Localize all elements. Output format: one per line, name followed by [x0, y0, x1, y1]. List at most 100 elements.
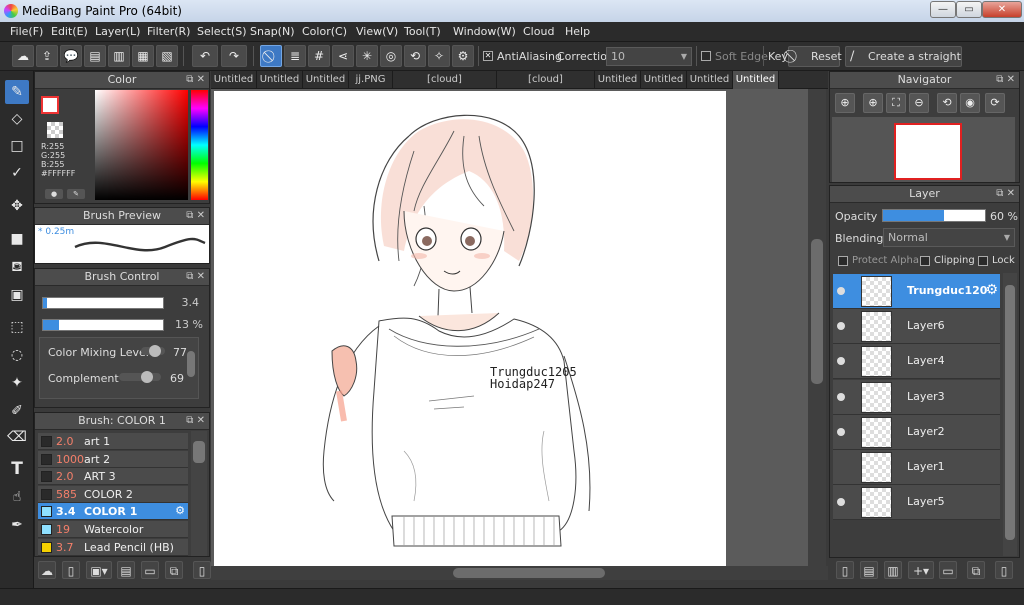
brush-list-item[interactable]: 3.7 Lead Pencil (HB) [38, 538, 188, 556]
blending-select[interactable]: Normal ▼ [883, 228, 1015, 247]
layer-visibility-icon[interactable] [837, 322, 845, 331]
layer-visibility-icon[interactable] [837, 357, 845, 366]
gradient-tool-icon[interactable]: ▣ [5, 283, 29, 307]
layer-row[interactable]: Layer5 [833, 485, 1000, 521]
navigator-view[interactable] [832, 117, 1015, 182]
snap-settings-icon[interactable]: ⚙ [452, 45, 474, 67]
tab-untitled-active[interactable]: Untitled [733, 71, 779, 89]
select-rect-icon[interactable]: ⬚ [5, 315, 29, 339]
background-color-swatch[interactable] [47, 122, 63, 138]
brush-list-scroll-thumb[interactable] [193, 441, 205, 463]
color-mixing-slider[interactable] [141, 345, 165, 357]
select-pen-tool-icon[interactable]: ✐ [5, 399, 29, 423]
brush-list-item[interactable]: 585 COLOR 2 [38, 485, 188, 503]
menu-file[interactable]: File(F) [10, 25, 43, 38]
menu-help[interactable]: Help [565, 25, 590, 38]
panel-float-close-icon[interactable]: ⧉ ✕ [186, 208, 205, 224]
speech-bubble-icon[interactable]: 💬 [60, 45, 82, 67]
soft-edge-checkbox[interactable] [701, 51, 711, 61]
brush-control-scrollbar[interactable] [187, 351, 195, 377]
rotate-left-icon[interactable]: ⟲ [937, 93, 957, 113]
saturation-value-picker[interactable] [95, 90, 188, 200]
menu-edit[interactable]: Edit(E) [51, 25, 88, 38]
rotate-right-icon[interactable]: ⟳ [985, 93, 1005, 113]
tab-untitled-6[interactable]: Untitled [687, 71, 733, 89]
layer-list-scrollbar[interactable] [1003, 273, 1017, 556]
panel-float-close-icon[interactable]: ⧉ ✕ [996, 72, 1015, 88]
panels-icon[interactable]: ▦ [132, 45, 154, 67]
brush-list-item[interactable]: 3.4 COLOR 1 ⚙ [38, 503, 188, 521]
bucket-tool-icon[interactable]: ⛾ [5, 255, 29, 279]
protect-alpha-checkbox[interactable] [838, 256, 848, 266]
antialiasing-checkbox[interactable]: ✕ [483, 51, 493, 61]
brush-list-item[interactable]: 1000 art 2 [38, 450, 188, 468]
page-icon[interactable]: ▥ [108, 45, 130, 67]
horizontal-scroll-thumb[interactable] [453, 568, 605, 578]
complement-slider[interactable] [119, 371, 161, 383]
tab-jj-png[interactable]: jj.PNG [349, 71, 393, 89]
eyedropper-tool-icon[interactable]: ✒ [5, 513, 29, 537]
fit-window-icon[interactable]: ⛶ [886, 93, 906, 113]
layer-visibility-icon[interactable] [837, 427, 845, 436]
zoom-in-icon[interactable]: ⊕ [863, 93, 883, 113]
dot-tool-icon[interactable]: □ [5, 134, 29, 158]
navigator-thumbnail[interactable] [894, 123, 962, 180]
layer-scroll-thumb[interactable] [1005, 285, 1015, 540]
menu-tool[interactable]: Tool(T) [404, 25, 441, 38]
tab-untitled-2[interactable]: Untitled [257, 71, 303, 89]
zoom-fit-icon[interactable]: ⊕ [835, 93, 855, 113]
fill-rect-tool-icon[interactable]: ■ [5, 227, 29, 251]
duplicate-layer-icon[interactable]: ⧉ [967, 561, 985, 579]
layer-row[interactable]: Trungduc120 ⚙ [833, 274, 1000, 309]
tab-cloud-r2[interactable]: [cloud] UNTITLED:r2 [497, 71, 595, 103]
swap-color-button[interactable]: ● [45, 189, 63, 199]
new-halftone-layer-icon[interactable]: ▥ [884, 561, 902, 579]
menu-cloud[interactable]: Cloud [523, 25, 554, 38]
color-mixing-thumb[interactable] [149, 345, 161, 357]
brush-list-item[interactable]: 19 Watercolor [38, 521, 188, 538]
duplicate-brush-icon[interactable]: ⧉ [165, 561, 183, 579]
menu-snap[interactable]: Snap(N) [250, 25, 295, 38]
magic-wand-icon[interactable]: ✦ [5, 371, 29, 395]
curve-snap-icon[interactable]: ⟲ [404, 45, 426, 67]
eraser-tool-icon[interactable]: ◇ [5, 107, 29, 131]
tab-untitled-3[interactable]: Untitled [303, 71, 349, 89]
lock-checkbox[interactable] [978, 256, 988, 266]
menu-layer[interactable]: Layer(L) [95, 25, 140, 38]
menu-select[interactable]: Select(S) [197, 25, 247, 38]
perspective-snap-icon[interactable]: ✧ [428, 45, 450, 67]
new-color-layer-icon[interactable]: ▤ [860, 561, 878, 579]
brush-list-scrollbar[interactable] [191, 431, 207, 556]
canvas-vertical-scrollbar[interactable] [808, 89, 826, 566]
panel-float-close-icon[interactable]: ⧉ ✕ [186, 413, 205, 429]
menu-color[interactable]: Color(C) [302, 25, 347, 38]
close-button[interactable]: ✕ [982, 1, 1022, 18]
layer-visibility-icon[interactable] [837, 287, 845, 295]
panel-float-close-icon[interactable]: ⧉ ✕ [186, 269, 205, 285]
text-tool-icon[interactable]: T [5, 457, 29, 481]
create-straight-line-button[interactable]: ∕ Create a straight line [845, 46, 962, 82]
minimize-button[interactable]: — [930, 1, 956, 18]
delete-layer-icon[interactable]: ▯ [995, 561, 1013, 579]
tab-untitled-1[interactable]: Untitled [211, 71, 257, 89]
cloud-brush-icon[interactable]: ☁ [38, 561, 56, 579]
brush-opacity-slider[interactable] [42, 319, 164, 331]
canvas-area[interactable]: Trungduc1205 Hoidap247 [211, 89, 816, 566]
layer-visibility-icon[interactable] [837, 498, 845, 507]
layer-row[interactable]: Layer1 [833, 450, 1000, 485]
layer-settings-gear-icon[interactable]: ⚙ [985, 282, 998, 298]
redo-icon[interactable]: ↷ [221, 45, 247, 67]
clipping-checkbox[interactable] [920, 256, 930, 266]
eyedrop-color-button[interactable]: ✎ [67, 189, 85, 199]
lasso-tool-icon[interactable]: ◌ [5, 343, 29, 367]
comment-icon[interactable]: ▤ [84, 45, 106, 67]
reset-button[interactable]: ⃠ Reset [788, 46, 842, 67]
layer-row[interactable]: Layer3 [833, 379, 1000, 415]
reset-rotation-icon[interactable]: ◉ [960, 93, 980, 113]
concentric-snap-icon[interactable]: ◎ [380, 45, 402, 67]
correction-select[interactable]: 10 ▼ [606, 47, 692, 66]
new-brush-icon[interactable]: ▯ [62, 561, 80, 579]
brush-list-item[interactable]: 2.0 art 1 [38, 433, 188, 450]
radial-line-snap-icon[interactable]: ✳ [356, 45, 378, 67]
panel-float-close-icon[interactable]: ⧉ ✕ [996, 186, 1015, 202]
